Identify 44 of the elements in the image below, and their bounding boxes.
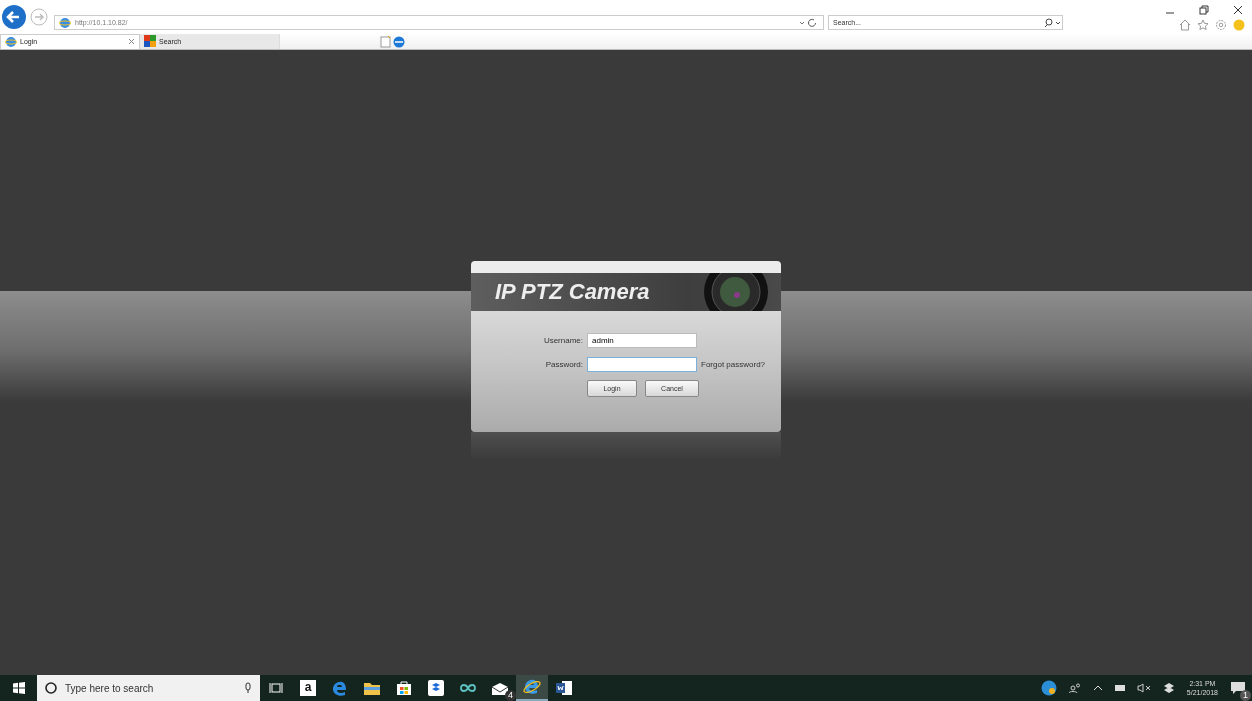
password-label: Password: — [544, 360, 583, 369]
cortana-icon — [45, 682, 57, 694]
taskbar-search-field[interactable]: Type here to search — [37, 675, 260, 701]
back-button[interactable] — [2, 4, 26, 29]
infinity-icon — [459, 683, 477, 693]
ie-icon — [523, 678, 541, 696]
chevron-up-icon[interactable] — [1092, 685, 1103, 691]
forgot-password-link[interactable]: Forgot password? — [701, 360, 766, 369]
start-button[interactable] — [13, 682, 25, 694]
star-icon[interactable] — [1197, 19, 1209, 31]
search-icon[interactable] — [1044, 17, 1062, 28]
ie-page-icon — [5, 35, 17, 48]
help-icon[interactable] — [1040, 680, 1057, 696]
mail-count-badge: 4 — [505, 689, 516, 701]
camera-title: IP PTZ Camera — [495, 279, 650, 305]
username-label: Username: — [542, 336, 583, 345]
folder-icon — [364, 681, 380, 695]
mail-icon — [491, 681, 509, 695]
taskbar-search-input[interactable]: Type here to search — [63, 681, 238, 695]
amazon-app-icon: a — [300, 680, 316, 696]
password-field[interactable] — [587, 357, 697, 372]
username-field[interactable]: admin — [587, 333, 697, 348]
close-tab-icon[interactable] — [128, 38, 135, 45]
battery-icon[interactable] — [1114, 685, 1125, 691]
people-icon[interactable] — [1068, 683, 1081, 693]
dropbox-tray-icon[interactable] — [1162, 683, 1175, 693]
microphone-icon[interactable] — [244, 682, 252, 694]
refresh-icon[interactable] — [799, 17, 819, 28]
colorful-grid-icon — [144, 35, 156, 47]
dropbox-icon — [428, 680, 444, 696]
word-icon — [556, 681, 572, 695]
new-tab-icon[interactable] — [380, 34, 406, 48]
close-button[interactable] — [1233, 5, 1243, 15]
shopping-bag-icon — [396, 680, 412, 696]
ie-page-icon — [59, 16, 71, 29]
notification-count-badge: 1 — [1240, 690, 1251, 701]
task-view-icon — [269, 682, 283, 694]
taskbar-app-button[interactable]: a — [292, 675, 324, 701]
restore-button[interactable] — [1199, 5, 1209, 15]
edge-icon — [332, 680, 348, 696]
camera-lens-drawing — [703, 273, 769, 311]
home-icon[interactable] — [1179, 19, 1191, 31]
taskbar-app-button[interactable]: 4 — [484, 675, 516, 701]
speaker-muted-icon[interactable] — [1136, 683, 1151, 693]
